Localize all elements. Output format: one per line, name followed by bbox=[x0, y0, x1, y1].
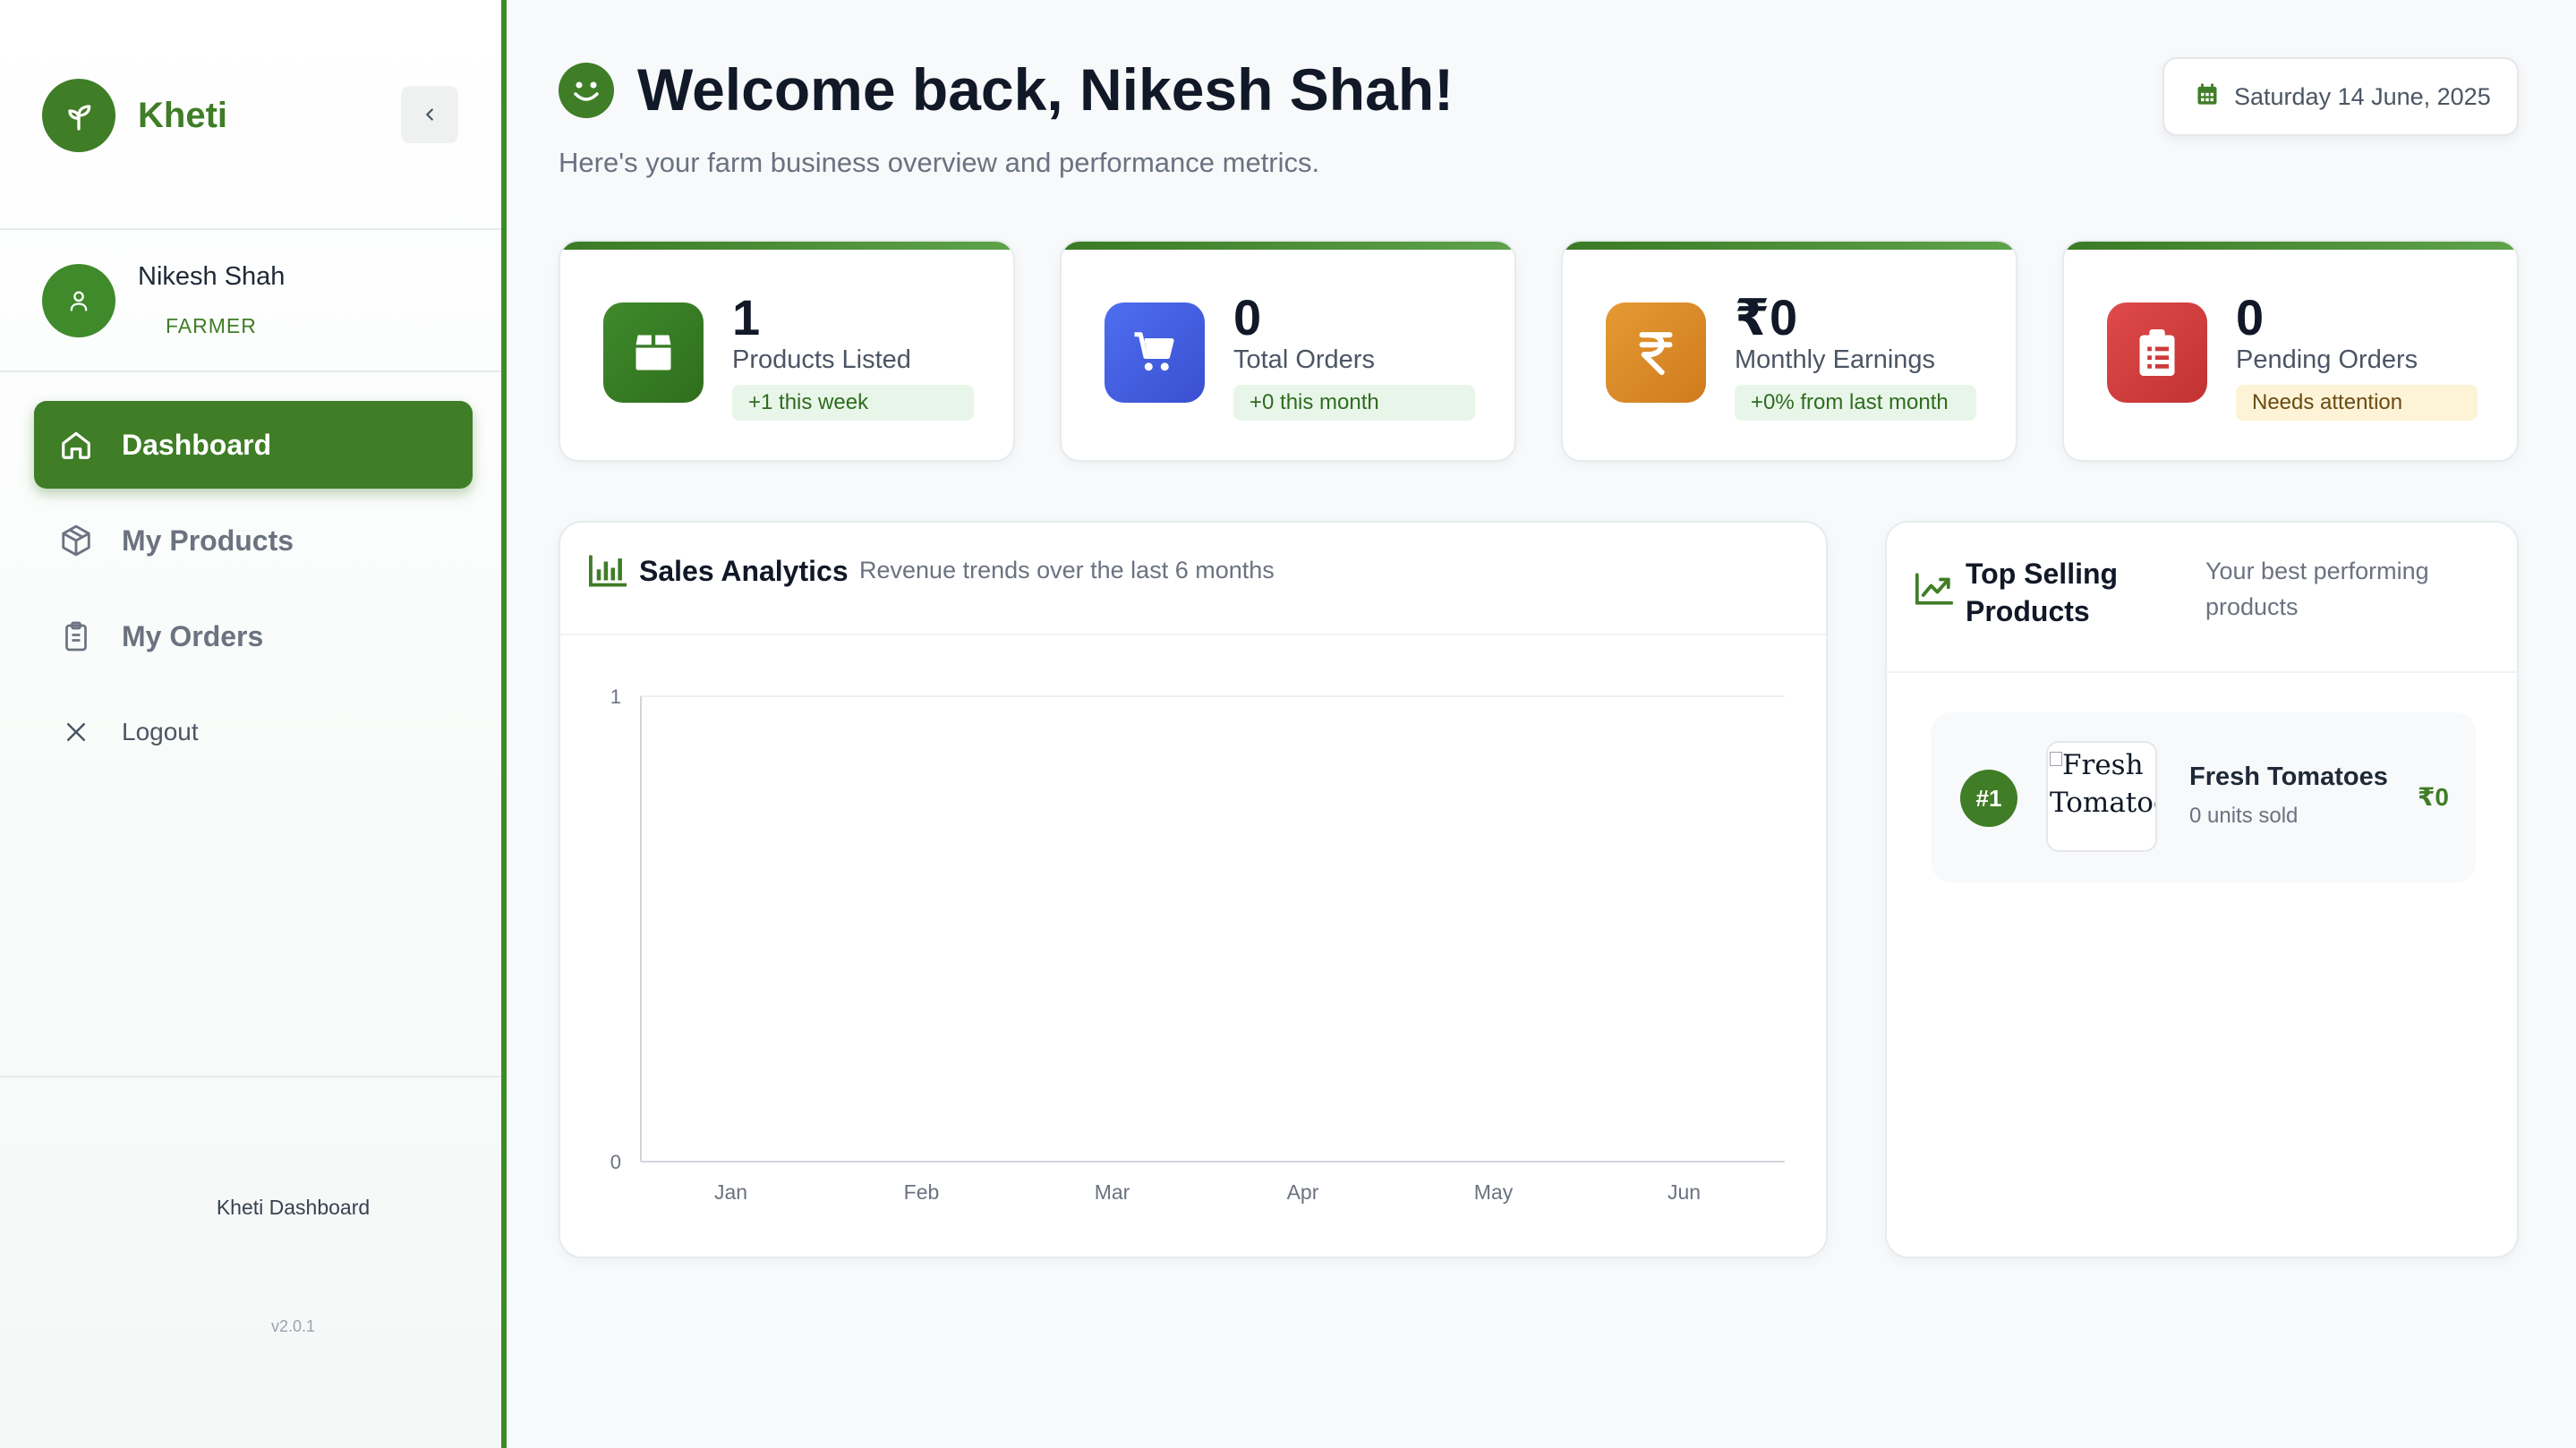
nav-item-logout[interactable]: Logout bbox=[34, 688, 473, 776]
y-tick-label: 1 bbox=[610, 686, 621, 708]
panel-header: Top Selling Products Your best performin… bbox=[1887, 523, 2517, 673]
close-icon bbox=[57, 713, 95, 751]
nav-label: Dashboard bbox=[122, 428, 272, 461]
nav-item-dashboard[interactable]: Dashboard bbox=[34, 401, 473, 489]
trending-up-icon bbox=[1915, 573, 1954, 609]
sales-chart: 0 1 Jan Feb Mar Apr May Jun bbox=[610, 686, 1785, 1204]
version-label: v2.0.1 bbox=[270, 1317, 316, 1335]
stat-card-earnings[interactable]: ₹0 Monthly Earnings +0% from last month bbox=[1561, 240, 2017, 462]
stat-label: Products Listed bbox=[732, 345, 911, 374]
cart-icon bbox=[1105, 302, 1205, 403]
title-line: Top Selling bbox=[1966, 558, 2119, 590]
divider bbox=[0, 371, 501, 372]
product-image: Fresh Tomatoe bbox=[2046, 741, 2157, 852]
collapse-sidebar-button[interactable] bbox=[401, 86, 458, 143]
stat-label: Pending Orders bbox=[2236, 345, 2418, 374]
date-display: Saturday 14 June, 2025 bbox=[2162, 57, 2519, 136]
x-tick-label: May bbox=[1474, 1180, 1514, 1204]
home-icon bbox=[57, 426, 95, 464]
stat-card-orders[interactable]: 0 Total Orders +0 this month bbox=[1060, 240, 1516, 462]
rank-badge: #1 bbox=[1960, 770, 2017, 827]
chevron-left-icon bbox=[426, 108, 433, 121]
brand[interactable]: Kheti bbox=[42, 79, 227, 152]
nav-label: My Orders bbox=[122, 619, 264, 652]
user-name: Nikesh Shah bbox=[138, 262, 286, 291]
package-icon bbox=[57, 522, 95, 559]
stat-badge: +0 this month bbox=[1233, 385, 1475, 421]
broken-image-alt-text: Fresh bbox=[2050, 746, 2155, 784]
subtitle-line: Your best performing bbox=[2205, 558, 2429, 584]
clipboard-list-icon bbox=[2107, 302, 2207, 403]
x-tick-label: Feb bbox=[904, 1180, 940, 1204]
sprout-icon bbox=[42, 79, 115, 152]
product-sold: 0 units sold bbox=[2189, 804, 2299, 828]
stat-label: Monthly Earnings bbox=[1735, 345, 1936, 374]
stat-value: ₹0 bbox=[1735, 289, 1798, 345]
calendar-icon bbox=[2195, 81, 2220, 114]
user-profile: Nikesh Shah FARMER bbox=[42, 262, 286, 338]
subtitle-line: products bbox=[2205, 593, 2299, 620]
page-title: Welcome back, Nikesh Shah! bbox=[637, 56, 1454, 123]
smile-icon bbox=[559, 63, 614, 118]
rupee-icon bbox=[1606, 302, 1706, 403]
stat-card-products[interactable]: 1 Products Listed +1 this week bbox=[559, 240, 1015, 462]
product-price: ₹0 bbox=[2417, 783, 2449, 811]
box-icon bbox=[603, 302, 704, 403]
divider bbox=[0, 228, 501, 230]
x-tick-label: Jun bbox=[1668, 1180, 1701, 1204]
stat-badge: +0% from last month bbox=[1735, 385, 1976, 421]
sales-analytics-panel: Sales Analytics Revenue trends over the … bbox=[559, 521, 1828, 1258]
x-tick-label: Mar bbox=[1095, 1180, 1130, 1204]
user-icon bbox=[42, 264, 115, 337]
nav-item-my-products[interactable]: My Products bbox=[34, 497, 473, 584]
nav-label: My Products bbox=[122, 524, 294, 557]
stat-badge: Needs attention bbox=[2236, 385, 2478, 421]
sidebar-footer: Kheti Dashboard bbox=[216, 1196, 371, 1219]
top-selling-title: Top Selling Products bbox=[1966, 555, 2118, 630]
stat-value: 0 bbox=[1233, 289, 1262, 345]
stat-value: 1 bbox=[732, 289, 761, 345]
sidebar: Kheti Nikesh Shah FARMER Dashboard My Pr… bbox=[0, 0, 507, 1448]
divider bbox=[0, 1076, 501, 1077]
stat-value: 0 bbox=[2236, 289, 2265, 345]
nav-item-my-orders[interactable]: My Orders bbox=[34, 592, 473, 680]
stat-card-pending[interactable]: 0 Pending Orders Needs attention bbox=[2062, 240, 2519, 462]
stat-label: Total Orders bbox=[1233, 345, 1375, 374]
alt-line: Fresh bbox=[2062, 749, 2144, 781]
x-tick-label: Jan bbox=[714, 1180, 747, 1204]
brand-name: Kheti bbox=[138, 95, 227, 135]
stat-badge: +1 this week bbox=[732, 385, 974, 421]
clipboard-icon bbox=[57, 618, 95, 655]
y-tick-label: 0 bbox=[610, 1151, 621, 1173]
page-subtitle: Here's your farm business overview and p… bbox=[559, 147, 1320, 178]
product-name: Fresh Tomatoes bbox=[2189, 762, 2388, 791]
title-line: Products bbox=[1966, 595, 2090, 627]
user-role: FARMER bbox=[166, 314, 257, 337]
alt-line: Tomatoe bbox=[2050, 787, 2155, 819]
nav-label: Logout bbox=[122, 718, 199, 745]
date-text: Saturday 14 June, 2025 bbox=[2234, 82, 2491, 110]
top-selling-panel: Top Selling Products Your best performin… bbox=[1885, 521, 2519, 1258]
sidebar-nav: Dashboard My Products My Orders Logout bbox=[34, 401, 473, 784]
top-product-row[interactable]: #1 Fresh Tomatoe Fresh Tomatoes 0 units … bbox=[1932, 712, 2476, 882]
x-tick-label: Apr bbox=[1287, 1180, 1319, 1204]
broken-image-icon bbox=[2050, 752, 2062, 766]
top-selling-subtitle: Your best performing products bbox=[2205, 553, 2429, 625]
